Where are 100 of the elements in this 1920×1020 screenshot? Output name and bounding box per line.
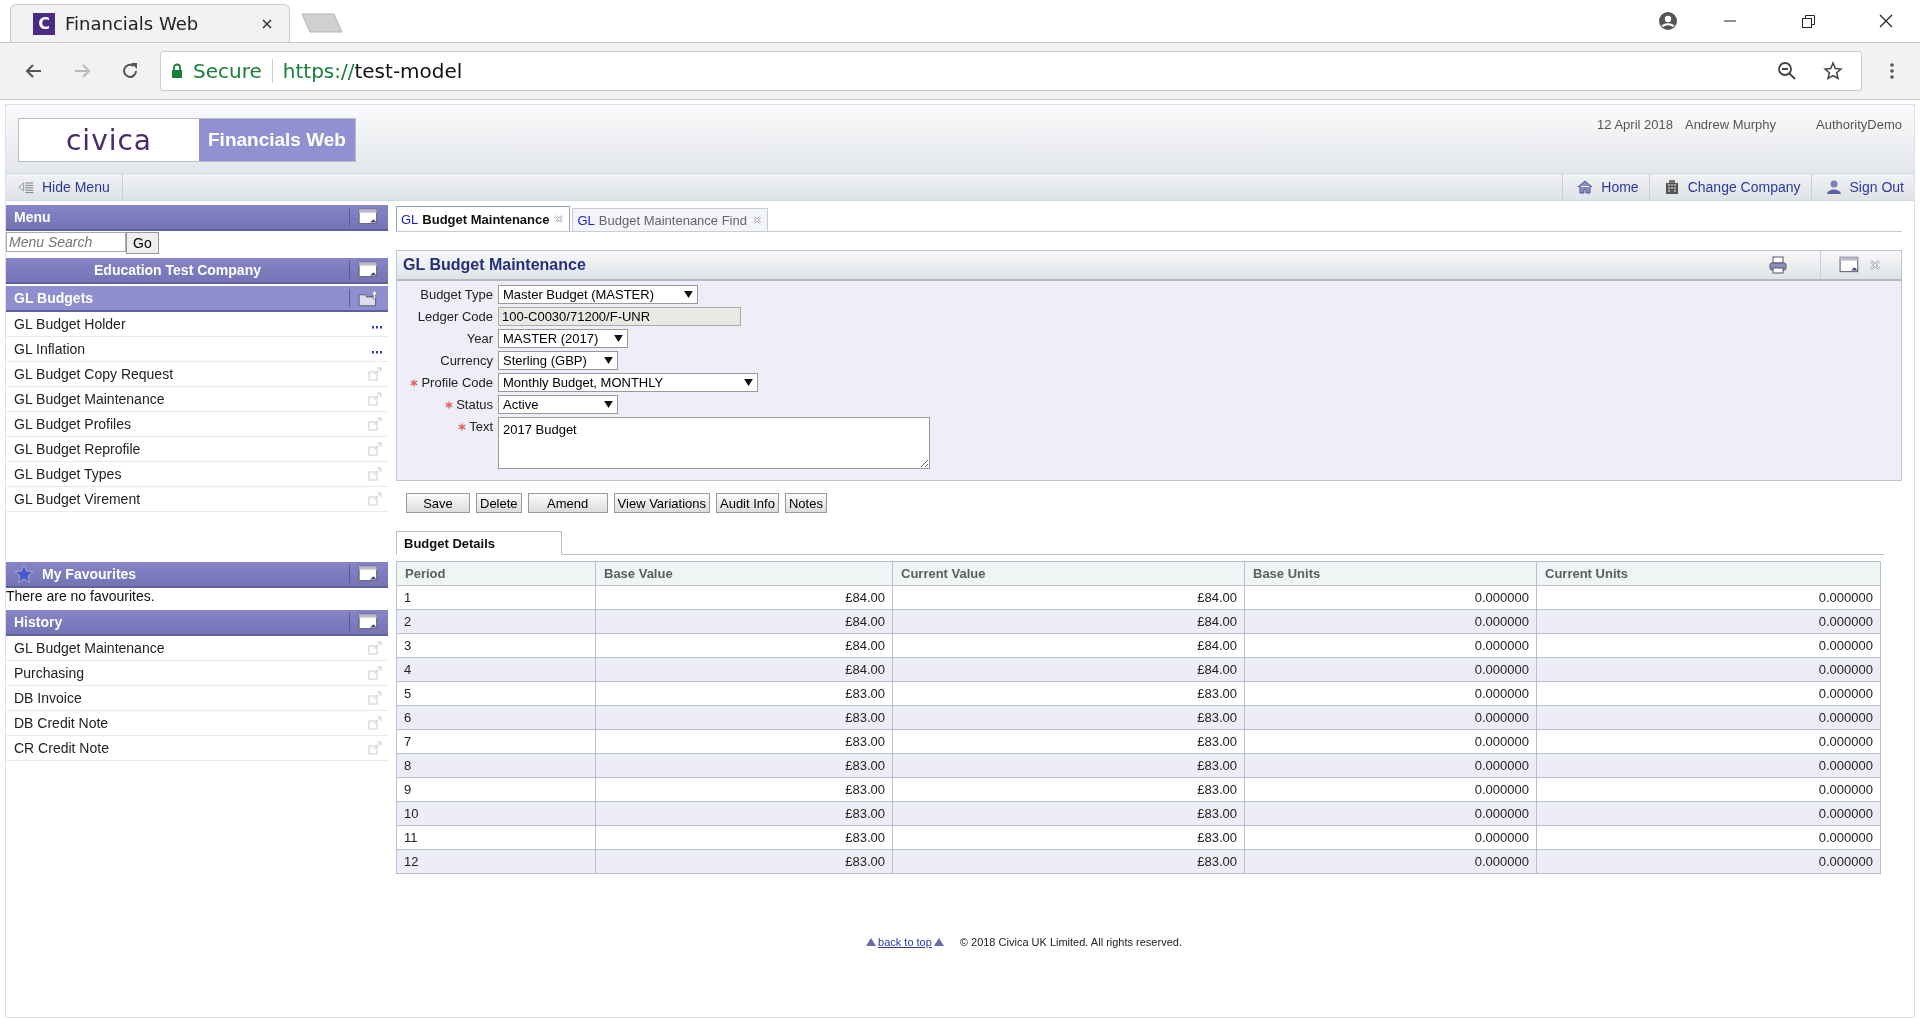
go-button[interactable]: Go [126,232,159,254]
hide-menu-button[interactable]: Hide Menu [6,174,123,200]
table-cell: £83.00 [595,849,893,874]
url-text: https://test-model [282,59,463,83]
restore-icon[interactable] [1800,13,1816,29]
column-header[interactable]: Current Value [892,561,1245,586]
ellipsis-icon[interactable] [372,350,382,354]
menu-item[interactable]: GL Budget Copy Request [14,366,368,382]
reload-icon[interactable] [120,61,140,81]
history-item[interactable]: DB Credit Note [14,715,368,731]
action-button[interactable]: View Variations [613,493,710,513]
table-cell: £84.00 [892,609,1245,634]
readonly-field[interactable]: 100-C0030/71200/F-UNR [498,307,741,326]
column-header[interactable]: Base Units [1244,561,1537,586]
back-to-top-link[interactable]: back to top [878,936,932,948]
favicon-icon: C [33,12,55,35]
table-cell: 0.000000 [1536,585,1881,610]
table-cell: 6 [396,705,596,730]
up-arrow-icon[interactable] [933,938,944,946]
history-item[interactable]: GL Budget Maintenance [14,640,368,656]
table-cell: £84.00 [892,657,1245,682]
table-cell: 0.000000 [1536,753,1881,778]
table-cell: £83.00 [892,801,1245,826]
browser-tab[interactable]: C Financials Web [10,4,290,42]
table-cell: £83.00 [595,825,893,850]
table-cell: 0.000000 [1244,801,1537,826]
menu-item[interactable]: GL Inflation [14,341,372,357]
company-name: Education Test Company [93,262,262,278]
action-button[interactable]: Amend [527,493,608,513]
action-button[interactable]: Save [406,493,470,513]
field-label: Year [466,331,493,346]
page-title: GL Budget Maintenance [403,256,586,274]
column-header[interactable]: Period [396,561,596,586]
table-cell: 1 [396,585,596,610]
field-label: Text [469,419,493,434]
dropdown[interactable]: Master Budget (MASTER) [498,285,698,304]
column-header[interactable]: Base Value [595,561,893,586]
table-cell: 0.000000 [1244,585,1537,610]
menu-item[interactable]: GL Budget Virement [14,491,368,507]
table-cell: 0.000000 [1536,825,1881,850]
table-cell: 0.000000 [1536,609,1881,634]
tab-title: Financials Web [65,13,200,34]
history-item[interactable]: CR Credit Note [14,740,368,756]
caret-icon [604,401,613,408]
zoom-out-icon[interactable] [1777,61,1797,81]
dropdown[interactable]: Sterling (GBP) [498,351,618,370]
nav-link[interactable]: Change Company [1648,174,1811,200]
close-icon[interactable] [1878,13,1894,29]
dropdown[interactable]: MASTER (2017) [498,329,628,348]
table-cell: 11 [396,825,596,850]
close-icon[interactable] [261,17,273,30]
history-item[interactable]: Purchasing [14,665,368,681]
menu-search-field[interactable]: Menu Search [6,232,126,252]
menu-item[interactable]: GL Budget Holder [14,316,372,332]
table-cell: 0.000000 [1536,705,1881,730]
page-tab[interactable]: GL Budget Maintenance [396,206,571,231]
table-cell: £83.00 [892,777,1245,802]
history-item[interactable]: DB Invoice [14,690,368,706]
table-cell: £84.00 [595,585,893,610]
menu-item[interactable]: GL Budget Reprofile [14,441,368,457]
table-cell: 0.000000 [1244,609,1537,634]
action-button[interactable]: Audit Info [716,493,779,513]
menu-item[interactable]: GL Budget Profiles [14,416,368,432]
nav-link[interactable]: Sign Out [1810,174,1914,200]
details-tab[interactable]: Budget Details [396,531,562,555]
table-cell: £83.00 [595,729,893,754]
date-text: 12 April 2018 [1597,117,1673,132]
table-cell: £84.00 [595,609,893,634]
action-button[interactable]: Notes [784,493,827,513]
table-cell: £83.00 [595,801,893,826]
product-name: Financials Web [199,119,355,161]
panel-title: My Favourites [42,566,138,582]
caret-icon [614,335,623,342]
security-label: Secure [193,59,262,83]
print-icon[interactable] [1768,255,1788,275]
text-area[interactable]: 2017 Budget [498,417,930,469]
hide-menu-icon [18,179,34,195]
action-button[interactable]: Delete [476,493,522,513]
table-cell: 3 [396,633,596,658]
up-arrow-icon[interactable] [866,938,877,946]
table-cell: 0.000000 [1244,849,1537,874]
profile-icon[interactable] [1658,11,1678,31]
menu-item[interactable]: GL Budget Maintenance [14,391,368,407]
table-cell: £83.00 [892,753,1245,778]
panel-title: History [14,614,64,630]
star-icon[interactable] [1823,61,1843,81]
dropdown[interactable]: Active [498,395,618,414]
menu-item[interactable]: GL Budget Types [14,466,368,482]
table-cell: 0.000000 [1244,681,1537,706]
address-bar[interactable]: Secure https://test-model [160,51,1862,91]
ellipsis-icon[interactable] [372,325,382,329]
table-cell: 4 [396,657,596,682]
table-cell: 0.000000 [1244,825,1537,850]
nav-link[interactable]: Home [1562,174,1649,200]
table-cell: £83.00 [892,705,1245,730]
column-header[interactable]: Current Units [1536,561,1881,586]
page-tab[interactable]: GL Budget Maintenance Find [572,208,768,231]
dropdown[interactable]: Monthly Budget, MONTHLY [498,373,758,392]
table-cell: £83.00 [892,825,1245,850]
panel-title: Menu [14,209,52,225]
